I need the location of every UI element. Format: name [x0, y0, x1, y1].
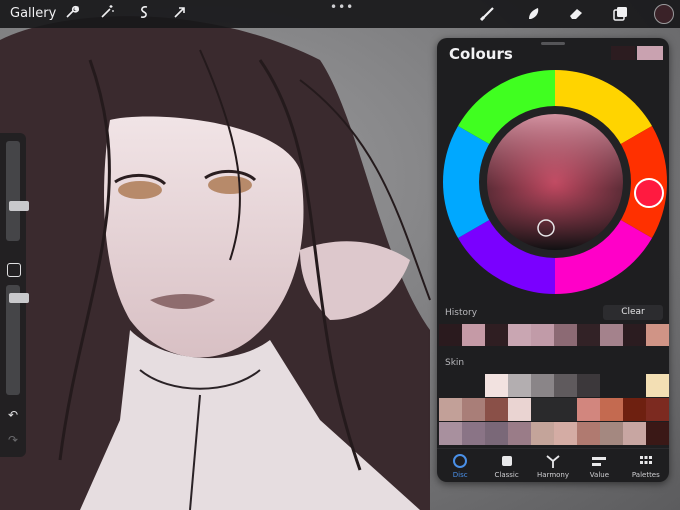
palette-swatch[interactable] [462, 422, 485, 445]
palette-swatch[interactable] [577, 422, 600, 445]
brush-size-slider[interactable] [6, 141, 29, 241]
classic-square-icon [497, 453, 517, 469]
brush-size-thumb[interactable] [9, 201, 29, 211]
palette-swatch[interactable] [600, 422, 623, 445]
panel-title: Colours [449, 45, 513, 63]
palette-swatch[interactable] [508, 398, 531, 421]
palette-swatch[interactable] [531, 422, 554, 445]
palette-swatch[interactable] [485, 422, 508, 445]
palette-swatch[interactable] [462, 374, 485, 397]
tab-label: Disc [452, 471, 468, 479]
opacity-slider[interactable] [6, 285, 29, 395]
layers-icon[interactable] [610, 4, 630, 24]
colours-panel: Colours History Clear Skin Disc Classic … [437, 38, 669, 482]
palette-swatch[interactable] [577, 398, 600, 421]
palette-swatch[interactable] [439, 374, 462, 397]
palette-row [439, 398, 669, 421]
tab-classic[interactable]: Classic [483, 449, 529, 482]
gallery-button[interactable]: Gallery [10, 6, 56, 21]
palette-swatch[interactable] [646, 398, 669, 421]
history-swatch[interactable] [600, 324, 623, 346]
current-color-button[interactable] [654, 4, 674, 24]
panel-drag-handle[interactable] [541, 42, 565, 45]
history-swatch[interactable] [531, 324, 554, 346]
more-dots-icon[interactable]: ••• [330, 0, 353, 14]
top-toolbar: Gallery ••• [0, 0, 680, 28]
palette-swatch[interactable] [508, 374, 531, 397]
undo-icon[interactable]: ↶ [6, 408, 20, 422]
history-swatch[interactable] [462, 324, 485, 346]
history-swatch[interactable] [508, 324, 531, 346]
brightness-overlay [487, 114, 623, 250]
magic-wand-icon[interactable] [97, 4, 117, 24]
tab-disc[interactable]: Disc [437, 449, 483, 482]
current-color-swatch[interactable] [637, 46, 663, 60]
palette-swatch[interactable] [439, 398, 462, 421]
palette-swatch[interactable] [508, 422, 531, 445]
opacity-thumb[interactable] [9, 293, 29, 303]
palette-swatch[interactable] [531, 398, 554, 421]
smudge-icon[interactable] [524, 4, 544, 24]
palette-swatch[interactable] [554, 374, 577, 397]
palettes-grid-icon [636, 453, 656, 469]
history-swatch[interactable] [577, 324, 600, 346]
hue-selector[interactable] [634, 178, 664, 208]
history-swatch[interactable] [485, 324, 508, 346]
clear-history-button[interactable]: Clear [603, 305, 663, 320]
palette-swatch[interactable] [554, 398, 577, 421]
palette-swatch[interactable] [646, 422, 669, 445]
palette-swatch[interactable] [600, 398, 623, 421]
left-sidebar: ↶ ↷ [0, 133, 29, 457]
previous-color-swatch[interactable] [611, 46, 635, 60]
harmony-icon [543, 453, 563, 469]
tab-label: Palettes [631, 471, 660, 479]
palette-swatch[interactable] [531, 374, 554, 397]
palette-swatch[interactable] [462, 398, 485, 421]
value-sliders-icon [589, 453, 609, 469]
tab-palettes[interactable]: Palettes [623, 449, 669, 482]
palette-name-label: Skin [445, 358, 465, 368]
palette-swatch[interactable] [577, 374, 600, 397]
transform-arrow-icon[interactable] [170, 4, 190, 24]
colour-mode-tabs: Disc Classic Harmony Value Palettes [437, 448, 669, 482]
history-swatch[interactable] [554, 324, 577, 346]
tab-harmony[interactable]: Harmony [530, 449, 576, 482]
tab-value[interactable]: Value [576, 449, 622, 482]
palette-row [439, 422, 669, 445]
history-swatches [439, 324, 669, 346]
tab-label: Harmony [537, 471, 570, 479]
color-disc[interactable] [441, 68, 669, 296]
palette-swatch[interactable] [623, 374, 646, 397]
tab-label: Classic [494, 471, 519, 479]
tab-label: Value [589, 471, 610, 479]
palette-swatch[interactable] [554, 422, 577, 445]
disc-icon [450, 453, 470, 469]
brush-icon[interactable] [478, 4, 498, 24]
history-label: History [445, 308, 478, 318]
palette-swatch[interactable] [623, 422, 646, 445]
palette-row [439, 374, 669, 397]
palette-swatch[interactable] [439, 422, 462, 445]
redo-icon[interactable]: ↷ [6, 433, 20, 447]
palette-swatch[interactable] [600, 374, 623, 397]
history-swatch[interactable] [646, 324, 669, 346]
selection-icon[interactable] [134, 4, 154, 24]
palette-swatch[interactable] [646, 374, 669, 397]
palette-swatch[interactable] [623, 398, 646, 421]
history-swatch[interactable] [623, 324, 646, 346]
wrench-icon[interactable] [62, 4, 82, 24]
modify-button-icon[interactable] [7, 263, 21, 277]
history-swatch[interactable] [439, 324, 462, 346]
palette-swatch[interactable] [485, 374, 508, 397]
eraser-icon[interactable] [566, 4, 586, 24]
palette-swatch[interactable] [485, 398, 508, 421]
